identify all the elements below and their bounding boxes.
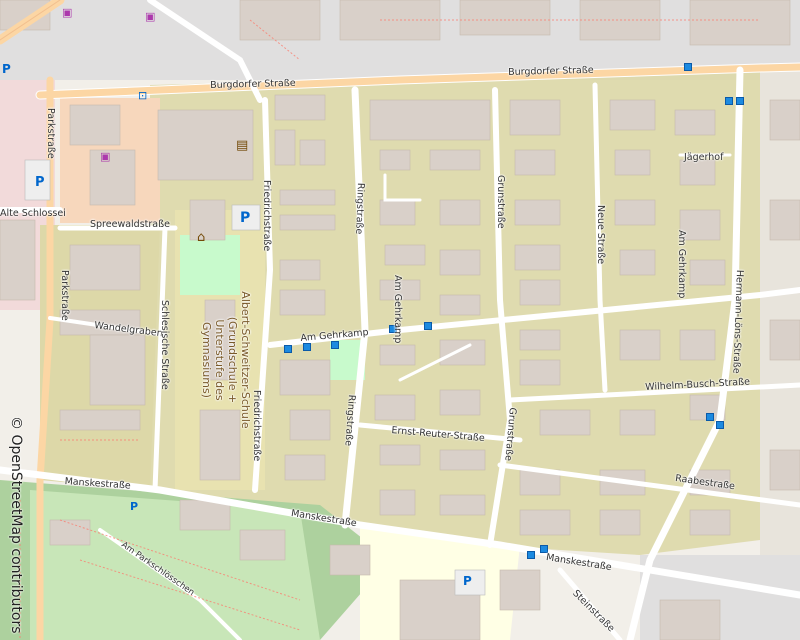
bus-stop-icon[interactable] [527,551,535,559]
bus-stop-icon[interactable] [725,97,733,105]
shop-icon[interactable]: ▣ [145,10,155,23]
map-canvas[interactable]: P P P P P ▤ ⌂ ▣ ▣ ▣ ⊡ Burgdorfer Straße … [0,0,800,640]
map-attribution[interactable]: © OpenStreetMap contributors [8,416,24,634]
parking-icon[interactable]: P [35,175,47,190]
street-label-ringstrasse: Ringstraße [353,182,366,235]
street-label-friedrichstrasse: Friedrichstraße [251,390,262,462]
bus-stop-icon[interactable] [331,341,339,349]
street-label-parkstrasse: Parkstraße [45,108,56,159]
street-label-parkstrasse: Parkstraße [59,270,70,321]
bus-stop-icon[interactable] [424,322,432,330]
library-icon[interactable]: ▤ [236,138,248,153]
street-label-grunstrasse: Grunstraße [495,175,506,229]
street-label-neue-strasse: Neue Straße [595,205,606,265]
parking-icon[interactable]: P [130,500,142,514]
parking-icon[interactable]: P [2,62,14,76]
street-label-am-gehrkamp: Am Gehrkamp [676,230,687,299]
street-label-friedrichstrasse: Friedrichstraße [261,180,272,252]
bus-stop-icon[interactable] [736,97,744,105]
school-lawn [180,235,240,295]
street-label-burgdorfer: Burgdorfer Straße [508,64,594,78]
bus-stop-icon[interactable]: ⊡ [138,89,147,102]
theatre-icon[interactable]: ⌂ [197,230,205,245]
street-label-am-gehrkamp: Am Gehrkamp [392,275,403,344]
street-label-alte-schlossei: Alte Schlossei [0,208,66,219]
parking-icon[interactable]: P [463,574,475,588]
bus-stop-icon[interactable] [684,63,692,71]
bus-stop-icon[interactable] [716,421,724,429]
shop-icon[interactable]: ▣ [62,6,72,19]
parking-icon[interactable]: P [240,210,254,226]
street-label-spreewald: Spreewaldstraße [90,219,170,230]
street-label-jaegerhof: Jägerhof [684,152,724,163]
school-label: Albert-Schweitzer-Schule (Grundschule + … [200,291,252,429]
street-label-burgdorfer: Burgdorfer Straße [210,77,296,91]
shop-icon[interactable]: ▣ [100,150,110,163]
bus-stop-icon[interactable] [284,345,292,353]
bus-stop-icon[interactable] [706,413,714,421]
street-label-schlesische: Schlesische Straße [159,300,170,390]
bus-stop-icon[interactable] [303,343,311,351]
